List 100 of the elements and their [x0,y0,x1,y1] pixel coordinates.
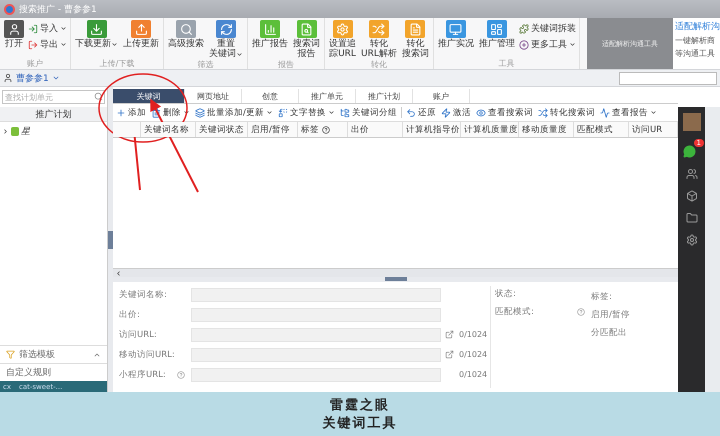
column-header[interactable]: 计算机指导价 [403,122,461,137]
folder-icon[interactable] [686,212,698,224]
search-field[interactable]: 查找计划单元 [2,90,105,104]
contacts-icon[interactable] [686,168,698,180]
input-field[interactable] [191,308,441,322]
toolbar-button[interactable]: 删除 [150,106,191,118]
chat-icon[interactable] [683,145,696,158]
ribbon-button[interactable]: 下载更新 [74,20,119,49]
ribbon-button[interactable]: 导出 [28,38,67,51]
ribbon-button[interactable]: 上传更新 [122,20,160,49]
field-label: 出价: [119,308,141,320]
ribbon-button[interactable]: 关键词拆装 [518,22,576,35]
group-label: 上传/下载 [98,58,136,69]
panel-item[interactable]: 筛选模板 [0,345,107,363]
tab[interactable]: 关键词 [113,89,185,103]
banner-text: 关键词工具 [322,414,398,432]
help-icon [577,308,585,316]
ribbon-button[interactable]: 打开 [3,20,25,49]
account-selector[interactable]: 曹参参1 [16,72,49,84]
ribbon-button[interactable]: 转化 URL解析 [360,20,398,59]
column-header[interactable]: 移动质量度 [519,122,574,137]
search-icon [94,92,103,101]
group-icon [340,108,350,118]
tab[interactable]: 创意 [242,89,299,103]
caret-icon [111,40,118,48]
ad-title[interactable]: 适配解析沟 [675,20,718,33]
ribbon-button[interactable]: 推广报告 [251,20,289,49]
tree-item[interactable]: 星 [0,122,107,141]
ribbon-button[interactable]: 重置 关键词 [208,20,244,59]
toolbar-button[interactable]: 查看报告 [598,106,658,118]
scroll-left-icon[interactable] [115,270,122,276]
ribbon-button[interactable]: 设置追 踪URL [328,20,357,59]
ribbon-button[interactable]: 推广实况 [436,20,475,49]
column-header[interactable]: 启用/暂停 [248,122,298,137]
plus-icon [116,108,126,118]
toolbar-button[interactable]: 关键词分组 [338,106,398,118]
toolbar-button[interactable]: 查看搜索词 [474,106,534,118]
caret-icon [236,50,243,58]
plan-icon [11,127,19,136]
import-icon [28,24,38,34]
character-counter: 0/1024 [459,370,488,379]
field-label: 状态: [495,288,516,300]
splitter-handle[interactable] [108,230,113,248]
convert-icon [538,108,548,118]
eye-icon [476,108,486,118]
field-label: 访问URL: [119,328,158,340]
settings-icon[interactable] [686,234,698,246]
toolbar-button[interactable]: 还原 [404,106,437,118]
layers-icon [195,108,205,118]
tab[interactable]: 推广计划 [356,89,413,103]
toolbar-button[interactable]: 添加 [115,106,147,118]
input-field[interactable] [191,288,441,302]
tab[interactable]: 账户 [413,89,470,103]
field-label: 启用/暂停 [591,309,631,321]
window-title: 搜索推广 - 曹参参1 [19,4,97,16]
toolbar-button[interactable]: 文字替换 [276,106,336,118]
column-header[interactable]: 标签 [298,122,348,137]
input-field[interactable] [191,328,441,342]
group-label: 账户 [26,58,44,69]
splitter-handle[interactable] [384,277,406,281]
ad-text: 一键解析商 [675,35,716,46]
toolbar-button[interactable]: 批量添加/更新 [194,106,274,118]
column-header: 推广计划 [0,107,107,122]
field-label: 标签: [591,291,613,303]
banner-text: 雷霆之眼 [330,396,390,414]
search-field[interactable] [619,72,717,84]
column-header[interactable]: 计算机质量度 [461,122,519,137]
column-header[interactable]: 访问UR [629,122,678,137]
caret-icon [650,109,657,116]
group-label: 工具 [497,58,516,69]
horizontal-scrollbar[interactable] [113,268,678,277]
field-label: 关键词名称: [119,288,168,300]
caret-icon [568,41,576,48]
ribbon-button[interactable]: 导入 [28,22,67,35]
caret-icon[interactable] [52,74,60,82]
column-header[interactable]: 关键词状态 [196,122,248,137]
toolbar-button[interactable]: 激活 [440,106,472,118]
ribbon-button[interactable]: 更多工具 [518,38,576,51]
activate-icon [440,108,451,118]
ribbon-button[interactable]: 搜索词 报告 [292,20,321,59]
tab[interactable]: 网页地址 [185,89,242,103]
cube-icon[interactable] [686,190,698,202]
input-field[interactable] [191,348,441,362]
toolbar-button[interactable]: 转化搜索词 [536,106,596,118]
ribbon-button[interactable]: 高级搜索 [167,20,205,49]
caret-icon [266,109,273,116]
ribbon-button[interactable]: 转化 搜索词 [400,20,430,59]
expand-icon[interactable] [2,128,9,135]
ribbon-button[interactable]: 推广管理 [478,20,516,49]
avatar-placeholder[interactable] [682,113,700,131]
trash-icon [151,108,161,118]
tab[interactable]: 推广单元 [299,89,356,103]
character-counter: 0/1024 [459,330,488,339]
input-field[interactable] [191,368,441,382]
filter-icon [6,350,15,359]
column-header[interactable]: 关键词名称 [141,122,196,137]
report-icon [600,108,610,118]
app-logo-icon [4,4,15,14]
replace-icon [278,108,288,118]
field-label: 匹配模式: [495,306,534,318]
